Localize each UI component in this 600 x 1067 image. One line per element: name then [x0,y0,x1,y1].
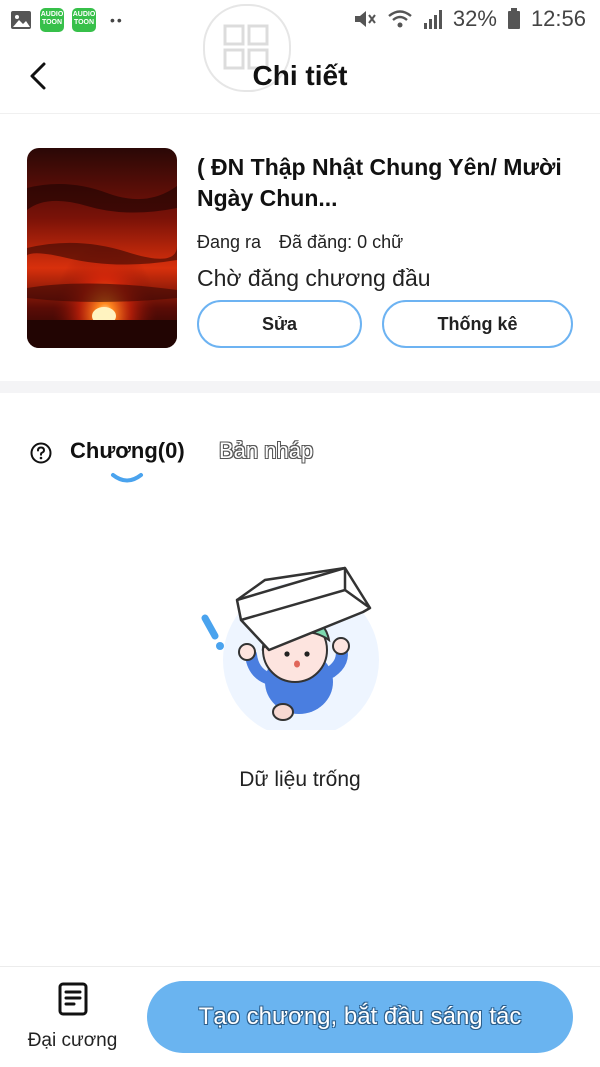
wifi-icon [388,10,412,28]
edit-button-label: Sửa [261,313,298,334]
empty-box-illustration [201,566,379,730]
statistics-button-label: Thống kê [437,313,518,334]
section-separator [0,381,600,393]
book-cover[interactable] [27,148,177,348]
question-circle-icon [30,442,52,464]
active-tab-indicator [111,473,143,483]
outline-label: Đại cương [27,1030,118,1051]
battery-percent: 32% [452,6,497,31]
book-status: Chờ đăng chương đầu [197,265,431,291]
audiotoon-app-icon-2: AUDIO TOON [72,8,96,32]
book-state: Đang ra [197,232,262,252]
status-bar: AUDIO TOON AUDIO TOON •• 32% 12:56 [0,0,600,42]
statistics-button[interactable]: Thống kê [382,300,573,348]
clock: 12:56 [530,6,586,31]
audiotoon-app-icon: AUDIO TOON [40,8,64,32]
create-chapter-label: Tạo chương, bắt đầu sáng tác [198,1003,522,1030]
create-chapter-button[interactable]: Tạo chương, bắt đầu sáng tác [147,981,573,1053]
page-title: Chi tiết [252,60,348,91]
notification-icons: AUDIO TOON AUDIO TOON •• [10,8,124,32]
system-indicators: 32% 12:56 [353,6,586,32]
empty-state-text: Dữ liệu trống [239,768,361,791]
signal-icon [423,10,442,29]
help-button[interactable] [30,442,52,464]
tab-chapters[interactable]: Chương(0) [70,438,185,464]
sunset-cover-image [27,148,177,348]
document-icon [58,982,88,1016]
book-title: ( ĐN Thập Nhật Chung Yên/ Mười Ngày Chun… [197,154,562,211]
tab-drafts[interactable]: Bản nháp [219,438,313,464]
more-notifications-icon: •• [110,12,124,28]
word-count: Đã đăng: 0 chữ [279,232,404,252]
edit-button[interactable]: Sửa [197,300,362,348]
book-meta: Đang ra Đã đăng: 0 chữ [197,232,403,253]
mute-icon [354,11,376,27]
bottom-bar-divider [0,966,600,967]
battery-icon [507,8,520,29]
header-divider [0,113,600,114]
gallery-icon [11,11,31,29]
outline-button[interactable]: Đại cương [20,980,125,1052]
